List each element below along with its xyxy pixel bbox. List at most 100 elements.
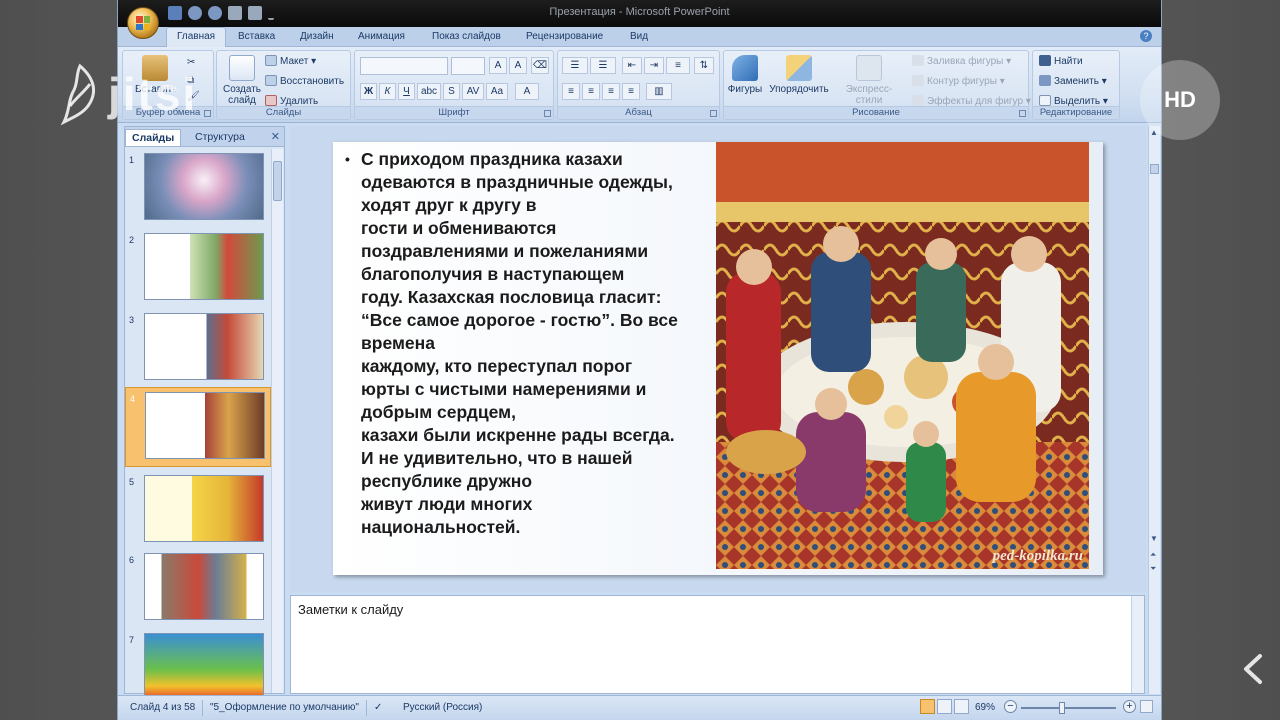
jitsi-watermark: jitsi [60,62,197,126]
shapes-icon [732,55,758,81]
slide-scrollbar[interactable]: ▲ ▼ ⏶ ⏷ [1148,126,1160,694]
slide-thumbnail-7[interactable]: 7 [125,629,271,705]
font-launcher-icon[interactable] [544,110,551,117]
status-bar: Слайд 4 из 58 "5_Оформление по умолчанию… [118,695,1161,720]
tab-review[interactable]: Рецензирование [522,30,607,43]
quick-styles-button[interactable]: Экспресс-стили [834,55,904,106]
shape-outline-button[interactable]: Контур фигуры ▾ [912,75,1005,87]
thumbnail-image [144,313,264,380]
slide-thumbnail-1[interactable]: 1 [125,149,271,225]
slide-thumbnail-6[interactable]: 6 [125,549,271,625]
slideshow-view-icon[interactable] [954,699,969,714]
grow-font-icon[interactable]: A [489,57,507,74]
hd-quality-badge[interactable]: HD [1140,60,1220,140]
delete-icon [265,95,277,106]
change-case-icon[interactable]: Aa [486,83,508,100]
scroll-down-icon[interactable]: ▼ [1150,534,1158,543]
arrange-button[interactable]: Упорядочить [766,55,832,95]
paragraph-launcher-icon[interactable] [710,110,717,117]
image-watermark: ped-kopilka.ru [992,548,1083,564]
chevron-left-icon[interactable] [1240,652,1266,686]
font-color-icon[interactable]: A [515,83,539,100]
shrink-font-icon[interactable]: A [509,57,527,74]
strikethrough-icon[interactable]: abc [417,83,441,100]
tab-outline[interactable]: Структура [189,129,251,145]
align-left-icon[interactable]: ≡ [562,83,580,100]
tab-slideshow[interactable]: Показ слайдов [428,30,505,43]
notes-scrollbar[interactable] [1131,596,1144,693]
new-slide-button[interactable]: Создать слайд [221,55,263,106]
scroll-thumb[interactable] [1150,164,1159,174]
tab-insert[interactable]: Вставка [234,30,279,43]
align-center-icon[interactable]: ≡ [582,83,600,100]
slide-text-box[interactable]: • С приходом праздника казахи одеваются в… [345,148,715,539]
notes-pane[interactable]: Заметки к слайду [290,595,1145,694]
paragraph-group-label: Абзац [558,106,719,119]
slide-thumbnail-4-selected[interactable]: 4 [125,387,271,467]
underline-icon[interactable]: Ч [398,83,415,100]
slides-group-label: Слайды [217,106,350,119]
office-button[interactable] [127,7,159,39]
close-pane-icon[interactable]: ✕ [271,130,280,143]
shadow-icon[interactable]: S [443,83,460,100]
spellcheck-icon[interactable]: ✓ [374,702,382,713]
line-spacing-icon[interactable]: ≡ [666,57,690,74]
decrease-indent-icon[interactable]: ⇤ [622,57,642,74]
help-icon[interactable]: ? [1140,30,1152,42]
zoom-level[interactable]: 69% [975,702,995,713]
char-spacing-icon[interactable]: AV [462,83,484,100]
columns-icon[interactable]: ▥ [646,83,672,100]
fit-to-window-icon[interactable] [1140,700,1153,713]
reset-button[interactable]: Восстановить [265,75,344,87]
find-button[interactable]: Найти [1039,55,1083,67]
tab-home[interactable]: Главная [166,27,227,48]
slide-text-line: национальностей. [361,517,521,537]
tab-view[interactable]: Вид [626,30,652,43]
slide-text-line: казахи были искренне рады всегда. [361,425,675,445]
numbering-icon[interactable]: ☰ [590,57,616,74]
tab-design[interactable]: Дизайн [296,30,338,43]
reset-icon [265,75,277,86]
slide-thumbnail-3[interactable]: 3 [125,309,271,385]
justify-icon[interactable]: ≡ [622,83,640,100]
tab-animation[interactable]: Анимация [354,30,409,43]
zoom-out-icon[interactable]: − [1004,700,1017,713]
previous-slide-icon[interactable]: ⏶ [1150,550,1156,560]
text-direction-icon[interactable]: ⇅ [694,57,714,74]
tab-slides[interactable]: Слайды [125,129,182,146]
layout-button[interactable]: Макет ▾ [265,55,316,67]
replace-button[interactable]: Заменить ▾ [1039,75,1107,87]
slide-text-line: республике дружно [361,471,533,491]
editing-group: Найти Заменить ▾ Выделить ▾ Редактирован… [1032,50,1120,120]
font-name-select[interactable] [360,57,448,75]
zoom-slider-knob[interactable] [1059,702,1065,714]
increase-indent-icon[interactable]: ⇥ [644,57,664,74]
bullets-icon[interactable]: ☰ [562,57,588,74]
drawing-launcher-icon[interactable] [1019,110,1026,117]
language-indicator[interactable]: Русский (Россия) [403,702,482,713]
shapes-button[interactable]: Фигуры [726,55,764,95]
bold-icon[interactable]: Ж [360,83,377,100]
clear-formatting-icon[interactable]: ⌫ [531,57,549,74]
zoom-in-icon[interactable]: + [1123,700,1136,713]
ribbon-tabs: Главная Вставка Дизайн Анимация Показ сл… [118,27,1161,48]
shape-fill-button[interactable]: Заливка фигуры ▾ [912,55,1011,67]
slide-thumbnail-2[interactable]: 2 [125,229,271,305]
align-right-icon[interactable]: ≡ [602,83,620,100]
zoom-slider[interactable] [1021,702,1116,714]
thumbnail-image [145,392,265,459]
slides-pane-scrollbar[interactable] [271,149,283,693]
current-slide[interactable]: • С приходом праздника казахи одеваются в… [333,142,1103,575]
jitsi-brand-text: jitsi [108,68,198,120]
layout-icon [265,55,277,66]
slide-text-line: гости и обмениваются [361,218,557,238]
font-size-select[interactable] [451,57,485,75]
title-bar: Презентация - Microsoft PowerPoint [118,0,1161,27]
slide-sorter-view-icon[interactable] [937,699,952,714]
next-slide-icon[interactable]: ⏷ [1150,564,1156,574]
slide-thumbnail-5[interactable]: 5 [125,471,271,547]
clipboard-launcher-icon[interactable] [204,110,211,117]
slide-image-kazakh-feast[interactable]: ped-kopilka.ru [716,142,1089,569]
normal-view-icon[interactable] [920,699,935,714]
italic-icon[interactable]: К [379,83,396,100]
